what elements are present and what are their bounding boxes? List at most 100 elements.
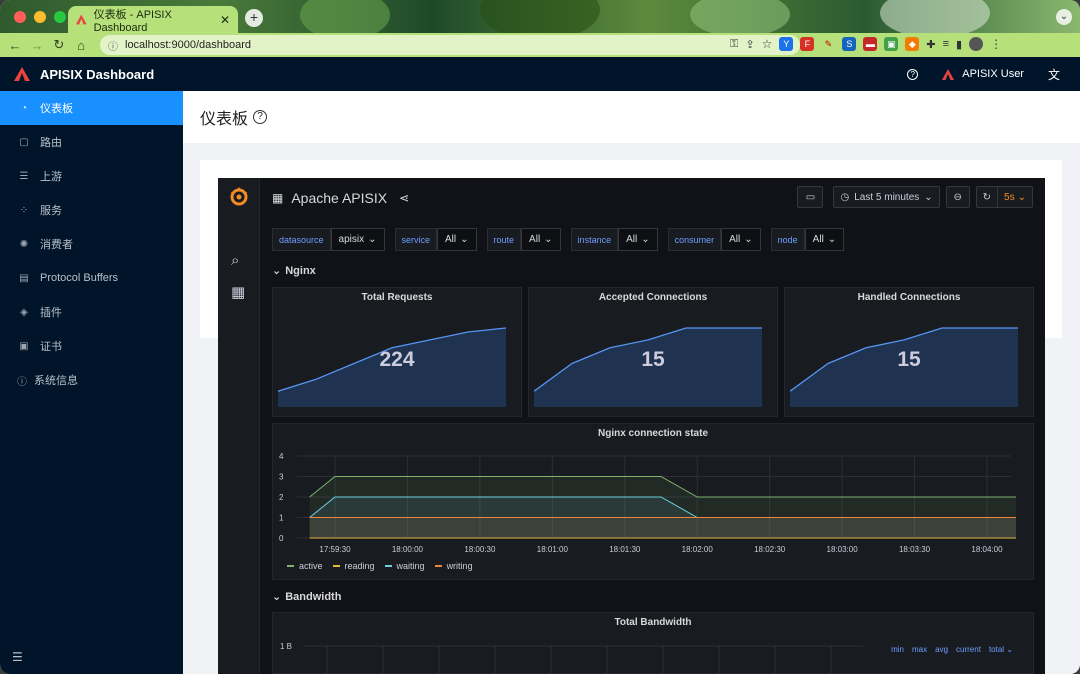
tab-search-chevron-icon[interactable]: ⌄ — [1056, 9, 1072, 25]
variable-select[interactable]: All ⌄ — [804, 228, 845, 251]
extension-green-icon[interactable]: ▣ — [884, 37, 899, 51]
reload-icon[interactable]: ↻ — [48, 37, 70, 53]
sidebar-item-label: 仪表板 — [40, 103, 73, 115]
extension-fe-icon[interactable]: F — [800, 37, 815, 51]
legend-label: active — [299, 561, 323, 571]
sidepanel-icon[interactable]: ▮ — [956, 38, 962, 51]
browser-tab-active[interactable]: 仪表板 - APISIX Dashboard ✕ — [68, 6, 238, 34]
sidebar-item-route[interactable]: ▢ 路由 — [0, 125, 183, 159]
extension-pen-icon[interactable]: ✎ — [821, 37, 835, 51]
collapse-menu-icon[interactable]: ☰ — [12, 650, 23, 664]
sidebar-item-upstream[interactable]: ☰ 上游 — [0, 159, 183, 193]
sidebar-item-plugin[interactable]: ◈ 插件 — [0, 295, 183, 329]
variable-select[interactable]: All ⌄ — [521, 228, 561, 251]
sidebar-item-dashboard[interactable]: ◔ 仪表板 — [0, 91, 183, 125]
panel-accepted-connections[interactable]: Accepted Connections 15 — [528, 287, 778, 417]
chevron-down-icon: ⌄ — [744, 234, 753, 245]
search-icon[interactable]: ⌕ — [231, 252, 239, 269]
key-icon[interactable]: ⚿ — [730, 38, 738, 51]
page-title: 仪表板 — [200, 111, 249, 128]
language-icon[interactable]: 文 — [1048, 66, 1060, 83]
tv-mode-button[interactable]: ▭ — [797, 186, 824, 208]
dashboard-title[interactable]: Apache APISIX — [291, 190, 387, 206]
browser-toolbar: ← → ↻ ⌂ ⓘ localhost:9000/dashboard ⚿ ⇪ ☆… — [0, 33, 1080, 57]
legend-col-current[interactable]: current — [956, 645, 981, 654]
legend-item-reading[interactable]: reading — [332, 561, 375, 571]
route-icon: ▢ — [19, 136, 29, 148]
variable-select[interactable]: All ⌄ — [721, 228, 761, 251]
variable-label: node — [770, 228, 805, 251]
panel-nginx-connection-state[interactable]: Nginx connection state 0 1 2 3 4 17:59:30 18:0… — [272, 423, 1034, 580]
certificate-icon: ▣ — [19, 340, 29, 352]
sidebar-item-consumer[interactable]: ✺ 消费者 — [0, 227, 183, 261]
legend-col-avg[interactable]: avg — [935, 645, 948, 654]
extension-s-icon[interactable]: S — [842, 37, 857, 51]
share-icon[interactable]: ⇪ — [745, 38, 754, 51]
panel-total-requests[interactable]: Total Requests 224 — [272, 287, 522, 417]
browser-menu-icon[interactable]: ⋮ — [990, 37, 1002, 51]
legend-col-max[interactable]: max — [912, 645, 927, 654]
panel-title: Handled Connections — [857, 292, 961, 303]
chevron-down-icon: ⌄ — [272, 265, 282, 277]
sidebar-item-certificate[interactable]: ▣ 证书 — [0, 329, 183, 363]
extension-fox-icon[interactable]: ◆ — [905, 37, 920, 51]
close-tab-icon[interactable]: ✕ — [220, 13, 230, 27]
page-help-icon[interactable]: ? — [253, 110, 268, 124]
legend-item-waiting[interactable]: waiting — [384, 561, 425, 571]
y-tick-label: 0 — [279, 534, 284, 543]
zoom-out-button[interactable]: ⊖ — [945, 186, 970, 208]
site-info-icon[interactable]: ⓘ — [108, 38, 118, 53]
panel-title: Accepted Connections — [598, 292, 708, 303]
clock-icon: ◷ — [840, 191, 850, 203]
home-icon[interactable]: ⌂ — [70, 38, 92, 53]
back-arrow-icon[interactable]: ← — [4, 38, 26, 53]
extension-y-icon[interactable]: Y — [779, 37, 794, 51]
extension-red-icon[interactable]: ▬ — [863, 37, 878, 51]
time-picker-button[interactable]: ◷ Last 5 minutes ⌄ — [833, 186, 940, 208]
sidebar-item-service[interactable]: ⁘ 服务 — [0, 193, 183, 227]
x-tick-label: 18:02:30 — [754, 545, 786, 554]
sidebar-item-protocol-buffers[interactable]: ▤ Protocol Buffers — [0, 261, 183, 295]
variable-select[interactable]: All ⌄ — [618, 228, 658, 251]
row-nginx[interactable]: ⌄ Nginx — [272, 264, 316, 278]
monitor-icon: ▭ — [805, 191, 816, 203]
connection-state-chart: 0 1 2 3 4 17:59:30 18:00:00 18:00:30 18:01:00 18:… — [279, 452, 1017, 554]
plugin-icon: ◈ — [20, 306, 28, 318]
refresh-icon: ↻ — [982, 191, 992, 203]
series-area-writing — [309, 517, 1017, 538]
help-icon[interactable]: ? — [907, 68, 919, 80]
legend-col-min[interactable]: min — [891, 645, 904, 654]
maximize-window-button[interactable] — [54, 11, 66, 23]
variable-select[interactable]: apisix ⌄ — [330, 228, 385, 251]
dashboards-grid-icon[interactable]: ▦ — [231, 283, 245, 301]
legend-item-writing[interactable]: writing — [434, 561, 473, 571]
reading-list-icon[interactable]: ≡ — [943, 38, 949, 50]
panel-total-bandwidth[interactable]: Total Bandwidth 1 B min max avg current — [272, 612, 1034, 674]
x-tick-label: 18:00:30 — [464, 545, 496, 554]
x-tick-label: 18:02:00 — [682, 545, 714, 554]
legend-item-active[interactable]: active — [287, 561, 323, 571]
stat-value: 15 — [641, 348, 665, 371]
panel-handled-connections[interactable]: Handled Connections 15 — [784, 287, 1034, 417]
variable-select[interactable]: All ⌄ — [437, 228, 477, 251]
minimize-window-button[interactable] — [34, 11, 46, 23]
refresh-button[interactable]: ↻ — [977, 187, 999, 207]
refresh-interval-dropdown[interactable]: 5s ⌄ — [998, 192, 1032, 203]
app-logo[interactable]: APISIX Dashboard — [14, 67, 154, 82]
variable-value: All — [812, 234, 824, 245]
profile-avatar[interactable] — [969, 37, 984, 51]
forward-arrow-icon[interactable]: → — [26, 38, 48, 53]
chevron-down-icon: ⌄ — [368, 234, 377, 245]
share-dashboard-icon[interactable]: ⋖ — [399, 191, 409, 205]
row-bandwidth[interactable]: ⌄ Bandwidth — [272, 590, 341, 604]
grafana-sidebar: ⌕ ▦ — [218, 178, 260, 674]
user-menu[interactable]: APISIX User — [942, 68, 1024, 80]
grafana-logo-icon[interactable] — [228, 186, 250, 208]
extensions-puzzle-icon[interactable]: ✚ — [926, 38, 935, 51]
sidebar-item-system-info[interactable]: ⓘ 系统信息 — [0, 363, 183, 397]
legend-col-total[interactable]: total ⌄ — [989, 645, 1013, 654]
new-tab-button[interactable]: + — [245, 9, 263, 27]
close-window-button[interactable] — [14, 11, 26, 23]
address-bar[interactable]: ⓘ localhost:9000/dashboard — [100, 35, 800, 55]
bookmark-star-icon[interactable]: ☆ — [762, 37, 773, 51]
